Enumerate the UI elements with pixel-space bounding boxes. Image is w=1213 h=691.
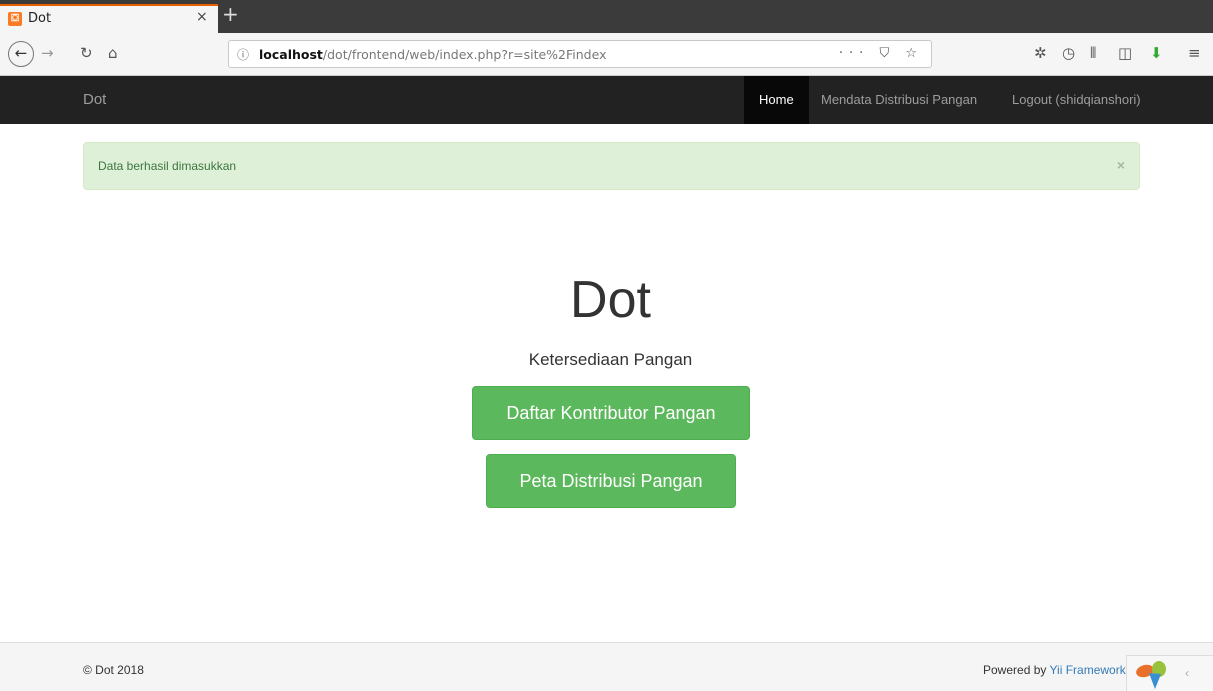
toolbar-collapse-icon[interactable]: ‹ xyxy=(1185,666,1189,680)
yii-debug-toolbar[interactable]: ‹ xyxy=(1126,655,1213,691)
success-alert: Data berhasil dimasukkan × xyxy=(83,142,1140,190)
url-host: localhost xyxy=(259,47,323,62)
address-bar[interactable]: ⓘ localhost/dot/frontend/web/index.php?r… xyxy=(228,40,932,68)
alert-message: Data berhasil dimasukkan xyxy=(98,159,237,173)
close-alert-icon[interactable]: × xyxy=(1117,157,1125,173)
forward-icon[interactable]: → xyxy=(41,44,54,62)
info-icon[interactable]: ⓘ xyxy=(237,46,249,63)
settings-icon[interactable]: ✲ xyxy=(1034,44,1047,62)
page-title: Dot xyxy=(570,271,651,329)
brand-link[interactable]: Dot xyxy=(83,91,106,108)
url-path: /dot/frontend/web/index.php?r=site%2Find… xyxy=(322,47,607,62)
footer-powered-by: Powered by Yii Framework xyxy=(983,663,1126,677)
menu-icon[interactable]: ≡ xyxy=(1188,44,1201,62)
nav-home[interactable]: Home xyxy=(744,76,809,124)
powered-by-text: Powered by xyxy=(983,663,1050,677)
peta-distribusi-button[interactable]: Peta Distribusi Pangan xyxy=(486,454,736,508)
xampp-icon: ⛋ xyxy=(8,12,22,26)
tab-title: Dot xyxy=(28,11,52,26)
url-text: localhost/dot/frontend/web/index.php?r=s… xyxy=(259,47,606,62)
back-icon[interactable]: ← xyxy=(8,41,34,67)
page-actions[interactable]: ··· ⛉ ☆ xyxy=(839,46,923,61)
yii-logo-icon xyxy=(1136,661,1166,689)
site-navbar: Dot Home Mendata Distribusi Pangan Logou… xyxy=(0,76,1213,124)
download-icon[interactable]: ⬇ xyxy=(1150,44,1163,62)
sidebar-icon[interactable]: ◫ xyxy=(1118,44,1132,62)
daftar-kontributor-button[interactable]: Daftar Kontributor Pangan xyxy=(472,386,750,440)
browser-tab-strip: ⛋ Dot × + xyxy=(0,0,1213,33)
browser-toolbar: ← → ↻ ⌂ ⓘ localhost/dot/frontend/web/ind… xyxy=(0,33,1213,76)
browser-tab[interactable]: ⛋ Dot × xyxy=(0,4,218,33)
history-icon[interactable]: ◷ xyxy=(1062,44,1075,62)
library-icon[interactable]: ⫴ xyxy=(1090,44,1096,62)
new-tab-icon[interactable]: + xyxy=(222,2,239,26)
close-tab-icon[interactable]: × xyxy=(196,9,208,25)
yii-framework-link[interactable]: Yii Framework xyxy=(1050,663,1126,677)
nav-mendata-distribusi[interactable]: Mendata Distribusi Pangan xyxy=(806,76,992,124)
nav-logout[interactable]: Logout (shidqianshori) xyxy=(997,76,1156,124)
page-subtitle: Ketersediaan Pangan xyxy=(528,350,693,369)
reload-icon[interactable]: ↻ xyxy=(80,44,93,62)
footer-copyright: © Dot 2018 xyxy=(83,663,144,677)
home-icon[interactable]: ⌂ xyxy=(108,44,118,62)
footer: © Dot 2018 Powered by Yii Framework xyxy=(0,642,1213,691)
